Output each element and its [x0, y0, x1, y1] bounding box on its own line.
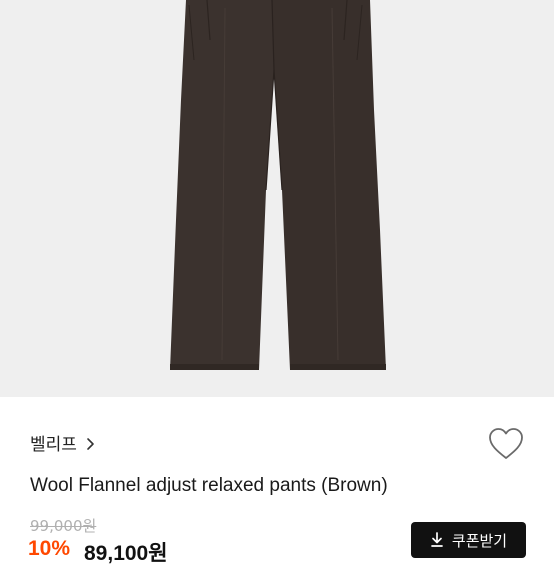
chevron-right-icon — [83, 436, 97, 450]
discount-rate: 10% — [28, 537, 71, 560]
original-price: 99,000원 — [30, 517, 97, 535]
heart-outline-icon — [489, 428, 523, 459]
product-info: 벨리프 Wool Flannel adjust relaxed pants (B… — [0, 397, 554, 565]
product-title: Wool Flannel adjust relaxed pants (Brown… — [30, 475, 388, 496]
coupon-download-button[interactable]: 쿠폰받기 — [411, 522, 526, 558]
brand-name: 벨리프 — [30, 435, 77, 455]
sale-price: 89,100원 — [84, 542, 168, 565]
brand-link[interactable]: 벨리프 — [30, 430, 97, 455]
product-image[interactable] — [0, 0, 554, 397]
wishlist-button[interactable] — [487, 426, 525, 462]
pants-image — [170, 0, 386, 370]
coupon-label: 쿠폰받기 — [451, 531, 508, 550]
download-icon — [431, 532, 443, 547]
